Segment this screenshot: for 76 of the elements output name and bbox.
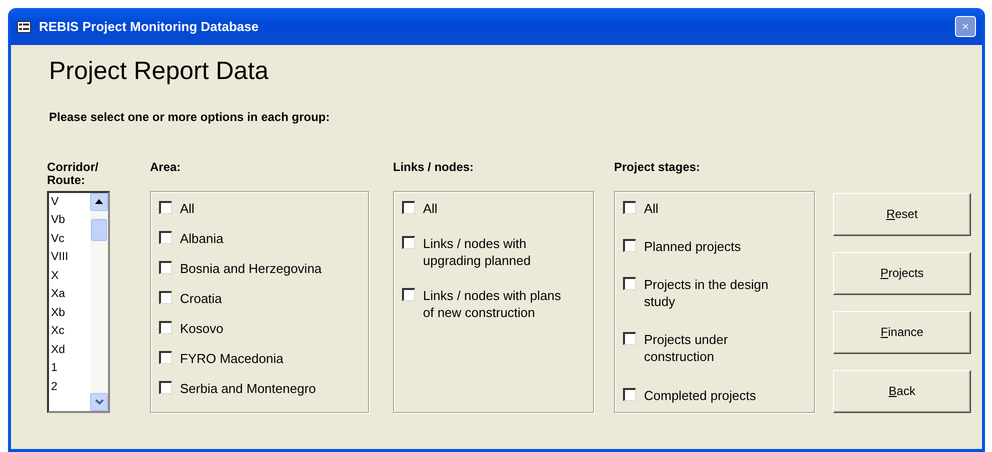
checkbox-option[interactable]: All [623, 200, 806, 216]
scroll-down-button[interactable] [90, 392, 108, 410]
checkbox-label: Albania [180, 230, 224, 246]
checkbox-label: Croatia [180, 290, 222, 306]
action-button[interactable]: Reset [833, 192, 971, 236]
checkbox-label: Kosovo [180, 320, 224, 336]
checkbox-option[interactable]: FYRO Macedonia [159, 350, 360, 366]
list-item[interactable]: Xc [51, 322, 90, 340]
checkbox-label: All [180, 200, 194, 216]
instruction-text: Please select one or more options in each group: [49, 108, 331, 126]
checkbox-label: Serbia and Montenegro [180, 380, 316, 396]
checkbox[interactable] [623, 238, 636, 252]
checkbox[interactable] [402, 236, 415, 248]
checkbox-option[interactable]: Kosovo [159, 320, 360, 336]
close-button[interactable] [955, 16, 976, 37]
list-item[interactable]: Vc [51, 230, 90, 248]
checkbox[interactable] [159, 350, 172, 364]
corridor-listbox[interactable]: V Vb Vc VIII X Xa Xb Xc Xd 1 2 [47, 190, 110, 412]
checkbox-option[interactable]: Planned projects [623, 238, 806, 255]
checkbox[interactable] [159, 260, 172, 274]
group-label: Area: [150, 160, 182, 176]
checkbox-option[interactable]: Links / nodes with upgrading planned [402, 234, 585, 268]
checkbox-label: Planned projects [644, 238, 741, 255]
list-item[interactable]: Xa [51, 285, 90, 304]
action-button[interactable]: Finance [833, 310, 971, 354]
checkbox[interactable] [623, 388, 636, 400]
checkbox-label: All [644, 200, 658, 216]
checkbox[interactable] [159, 200, 172, 214]
scroll-up-button[interactable] [90, 192, 108, 210]
group-label: Links / nodes: [393, 160, 475, 176]
group-label: Corridor/ Route: [47, 160, 100, 188]
checkbox-option[interactable]: All [402, 200, 585, 216]
checkbox[interactable] [159, 380, 172, 394]
checkbox[interactable] [623, 332, 636, 346]
checkbox-option[interactable]: Albania [159, 230, 360, 246]
action-button[interactable]: Back [833, 370, 971, 412]
checkbox-label: Bosnia and Herzegovina [180, 260, 322, 276]
checkbox[interactable] [159, 290, 172, 304]
down-chevron-icon [94, 398, 104, 404]
list-item[interactable]: 2 [51, 378, 90, 396]
scroll-thumb[interactable] [91, 218, 107, 240]
list-item[interactable]: VIII [51, 248, 90, 266]
checkbox[interactable] [623, 277, 636, 290]
checkbox-label: FYRO Macedonia [180, 350, 284, 366]
checkbox[interactable] [402, 288, 415, 300]
list-item[interactable]: V [51, 192, 90, 211]
checkbox-label: Links / nodes with plans of new construction [423, 286, 562, 320]
checkbox[interactable] [402, 200, 415, 214]
form-heading: Project Report Data [49, 56, 270, 87]
checkbox-option[interactable]: Serbia and Montenegro [159, 380, 360, 396]
checkbox-option[interactable]: Projects in the design study [623, 276, 806, 310]
scrollbar[interactable] [90, 192, 108, 410]
list-item[interactable]: Xb [51, 304, 90, 322]
checkbox-label: Projects under construction [644, 331, 729, 366]
list-item[interactable]: Vb [51, 211, 90, 230]
list-item[interactable]: Xd [51, 340, 90, 359]
checkbox-label: Links / nodes with upgrading planned [423, 234, 532, 268]
checkbox-label: All [423, 200, 438, 216]
up-arrow-icon [95, 199, 103, 204]
list-item[interactable]: 1 [51, 359, 90, 378]
checkbox[interactable] [159, 320, 172, 334]
checkbox-option[interactable]: Completed projects [623, 386, 806, 404]
checkbox[interactable] [623, 200, 636, 214]
window-title: REBIS Project Monitoring Database [39, 18, 259, 36]
checkbox-option[interactable]: Projects under construction [623, 331, 806, 366]
checkbox[interactable] [159, 230, 172, 244]
action-button[interactable]: Projects [833, 252, 971, 294]
checkbox-option[interactable]: Links / nodes with plans of new construction [402, 286, 585, 320]
checkbox-label: Projects in the design study [644, 276, 770, 310]
list-item[interactable]: X [51, 266, 90, 285]
checkbox-option[interactable]: Croatia [159, 290, 360, 306]
form-icon [17, 20, 31, 32]
group-label: Project stages: [614, 160, 702, 176]
checkbox-option[interactable]: Bosnia and Herzegovina [159, 260, 360, 276]
checkbox-option[interactable]: All [159, 200, 360, 216]
checkbox-label: Completed projects [644, 386, 756, 404]
